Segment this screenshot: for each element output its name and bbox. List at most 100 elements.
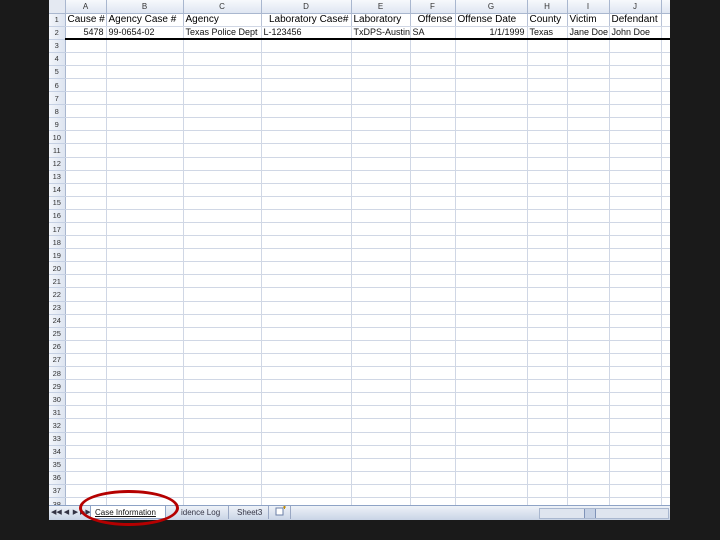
cell[interactable] xyxy=(567,301,610,315)
cell[interactable] xyxy=(661,287,670,302)
row-header[interactable]: 31 xyxy=(49,405,66,420)
cell[interactable] xyxy=(609,209,662,224)
cell[interactable] xyxy=(261,209,352,224)
cell[interactable] xyxy=(65,432,107,446)
cell[interactable] xyxy=(410,458,456,472)
cell[interactable] xyxy=(65,157,107,171)
cell[interactable] xyxy=(455,366,528,381)
cell[interactable] xyxy=(410,104,456,119)
prev-sheet-icon[interactable]: ◀ xyxy=(62,507,71,518)
cell[interactable] xyxy=(455,445,528,459)
cell[interactable] xyxy=(183,261,262,276)
cell-header-victim[interactable]: Victim xyxy=(567,13,610,27)
cell[interactable] xyxy=(351,445,411,459)
cell[interactable] xyxy=(527,353,568,368)
cell[interactable] xyxy=(261,287,352,302)
row-header[interactable]: 32 xyxy=(49,418,66,433)
cell[interactable] xyxy=(661,484,670,498)
cell[interactable] xyxy=(661,196,670,210)
cell[interactable] xyxy=(351,143,411,158)
cell-header-county[interactable]: County xyxy=(527,13,568,27)
cell[interactable] xyxy=(661,117,670,132)
cell[interactable] xyxy=(410,379,456,394)
insert-sheet-icon[interactable] xyxy=(271,506,291,519)
cell[interactable] xyxy=(351,379,411,394)
cell[interactable] xyxy=(65,235,107,250)
cell[interactable] xyxy=(183,314,262,328)
cell[interactable] xyxy=(106,353,184,368)
cell[interactable] xyxy=(609,157,662,171)
cell[interactable] xyxy=(106,287,184,302)
cell[interactable] xyxy=(351,39,411,53)
cell[interactable] xyxy=(609,170,662,184)
cell[interactable] xyxy=(567,117,610,132)
cell[interactable] xyxy=(455,143,528,158)
cell[interactable] xyxy=(567,340,610,354)
cell[interactable] xyxy=(455,261,528,276)
cell[interactable] xyxy=(609,471,662,485)
cell[interactable] xyxy=(661,157,670,171)
cell[interactable] xyxy=(106,458,184,472)
cell[interactable] xyxy=(65,392,107,407)
cell[interactable] xyxy=(183,39,262,53)
cell[interactable] xyxy=(183,405,262,420)
cell[interactable] xyxy=(527,65,568,79)
row-header[interactable]: 29 xyxy=(49,379,66,394)
cell[interactable] xyxy=(183,458,262,472)
cell[interactable] xyxy=(351,484,411,498)
cell[interactable] xyxy=(609,143,662,158)
cell[interactable] xyxy=(351,117,411,132)
cell-defendant[interactable]: John Doe xyxy=(609,26,662,41)
cell[interactable] xyxy=(527,418,568,433)
cell[interactable] xyxy=(183,104,262,119)
cell-offense-date[interactable]: 1/1/1999 xyxy=(455,26,528,41)
cell[interactable] xyxy=(410,261,456,276)
cell[interactable] xyxy=(567,196,610,210)
cell[interactable] xyxy=(567,235,610,250)
cell[interactable] xyxy=(351,183,411,197)
cell[interactable] xyxy=(106,405,184,420)
cell[interactable] xyxy=(183,274,262,289)
cell[interactable] xyxy=(106,314,184,328)
cell[interactable] xyxy=(567,52,610,66)
horizontal-scroll-thumb[interactable] xyxy=(584,509,596,518)
cell[interactable] xyxy=(527,327,568,341)
cell[interactable] xyxy=(410,274,456,289)
row-header[interactable]: 9 xyxy=(49,117,66,132)
cell[interactable] xyxy=(567,104,610,119)
cell[interactable] xyxy=(410,143,456,158)
row-header[interactable]: 18 xyxy=(49,235,66,250)
cell[interactable] xyxy=(661,445,670,459)
row-header[interactable]: 34 xyxy=(49,445,66,459)
cell[interactable] xyxy=(183,445,262,459)
row-header[interactable]: 27 xyxy=(49,353,66,368)
cell[interactable] xyxy=(65,183,107,197)
cell[interactable] xyxy=(410,157,456,171)
cell[interactable] xyxy=(351,418,411,433)
row-header[interactable]: 20 xyxy=(49,261,66,276)
cell[interactable] xyxy=(455,130,528,145)
cell[interactable] xyxy=(527,39,568,53)
cell[interactable] xyxy=(609,432,662,446)
cell[interactable] xyxy=(410,353,456,368)
select-all-corner[interactable] xyxy=(49,0,66,14)
row-header[interactable]: 17 xyxy=(49,222,66,237)
column-header-b[interactable]: B xyxy=(106,0,184,14)
cell[interactable] xyxy=(661,39,670,53)
cell[interactable] xyxy=(410,366,456,381)
cell[interactable] xyxy=(261,39,352,53)
cell[interactable] xyxy=(65,117,107,132)
cell[interactable] xyxy=(65,143,107,158)
cell[interactable] xyxy=(183,170,262,184)
cell[interactable] xyxy=(661,432,670,446)
cell[interactable] xyxy=(455,52,528,66)
cell[interactable] xyxy=(106,196,184,210)
cell[interactable] xyxy=(609,65,662,79)
cell[interactable] xyxy=(661,327,670,341)
cell[interactable] xyxy=(65,130,107,145)
cell[interactable] xyxy=(609,314,662,328)
cell[interactable] xyxy=(351,222,411,237)
cell[interactable] xyxy=(183,78,262,93)
cell[interactable] xyxy=(661,143,670,158)
cell[interactable] xyxy=(183,366,262,381)
